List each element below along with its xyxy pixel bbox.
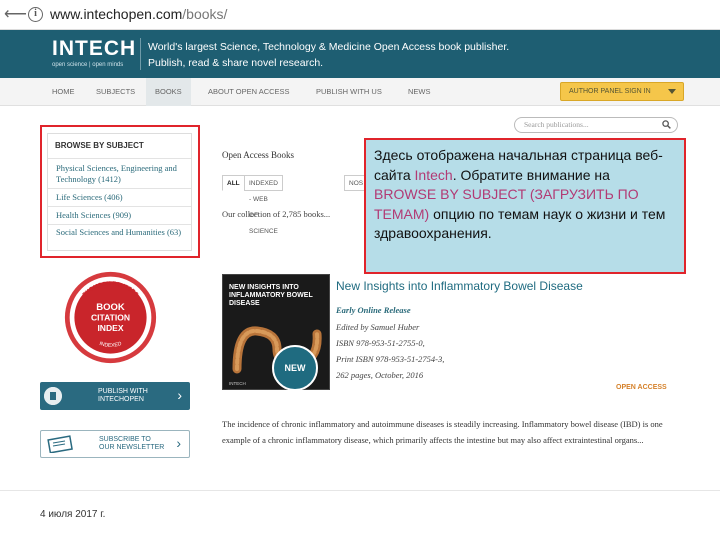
collection-count: Our collection of 2,785 books... — [222, 209, 331, 219]
book-editor: Edited by Samuel Huber — [336, 322, 420, 332]
search-publications-input[interactable]: Search publications... — [514, 117, 678, 133]
tab-all[interactable]: ALL — [222, 175, 245, 191]
badge-line-3: INDEX — [97, 323, 123, 333]
nav-publish-with-us[interactable]: PUBLISH WITH US — [310, 78, 388, 106]
subscribe-label: SUBSCRIBE TO OUR NEWSLETTER — [99, 436, 164, 452]
tab-indexed-web-of-science[interactable]: INDEXED - WEB OF SCIENCE — [244, 175, 283, 235]
chevron-down-icon — [668, 89, 676, 94]
url-host: www.intechopen.com — [50, 6, 183, 22]
book-release: Early Online Release — [336, 305, 411, 315]
tagline-line-2: Publish, read & share novel research. — [148, 57, 324, 69]
highlight-frame — [40, 125, 200, 258]
new-badge: NEW — [272, 345, 318, 391]
author-panel-signin-button[interactable]: AUTHOR PANEL SIGN IN — [560, 82, 684, 101]
back-arrow-icon[interactable]: ⟵ — [4, 5, 27, 25]
publish-line-2: INTECHOPEN — [98, 396, 144, 403]
callout-text: Здесь отображена начальная страница веб-… — [374, 146, 676, 244]
nav-subjects[interactable]: SUBJECTS — [90, 78, 141, 106]
slide-date: 4 июля 2017 г. — [40, 509, 106, 520]
badge-line-2: CITATION — [91, 312, 130, 322]
address-field[interactable]: www.intechopen.com/books/ — [50, 6, 227, 22]
logo-word: INTECH — [52, 37, 137, 60]
search-icon[interactable] — [662, 120, 671, 129]
search-placeholder: Search publications... — [524, 120, 589, 129]
book-print-isbn: Print ISBN 978-953-51-2754-3, — [336, 354, 445, 364]
callout-part-2: . Обратите внимание на — [452, 166, 610, 183]
nav-home[interactable]: HOME — [46, 78, 81, 106]
header-divider — [140, 38, 141, 70]
book-pages: 262 pages, October, 2016 — [336, 370, 424, 380]
url-path: /books/ — [182, 6, 228, 22]
open-access-label: OPEN ACCESS — [616, 384, 667, 391]
subscribe-newsletter-button[interactable]: SUBSCRIBE TO OUR NEWSLETTER › — [40, 430, 190, 458]
header-tagline: World's largest Science, Technology & Me… — [148, 39, 509, 71]
callout-intech: Intech — [414, 166, 453, 183]
logo-tagline: open science | open minds — [52, 62, 124, 68]
tagline-line-1: World's largest Science, Technology & Me… — [148, 41, 510, 53]
cover-publisher: INTECH — [229, 381, 246, 386]
info-icon[interactable]: i — [28, 7, 43, 22]
book-title[interactable]: New Insights into Inflammatory Bowel Dis… — [336, 279, 583, 293]
author-panel-label: AUTHOR PANEL SIGN IN — [569, 88, 651, 95]
publish-with-intechopen-button[interactable]: PUBLISH WITH INTECHOPEN › — [40, 382, 190, 410]
page-divider — [0, 490, 720, 491]
badge-line-1: BOOK — [96, 302, 125, 313]
subscribe-line-2: OUR NEWSLETTER — [99, 444, 165, 451]
intech-logo[interactable]: INTECH open science | open minds — [52, 37, 136, 68]
chevron-right-icon: › — [176, 435, 181, 451]
annotation-callout: Здесь отображена начальная страница веб-… — [364, 138, 686, 274]
cover-title: NEW INSIGHTS INTO INFLAMMATORY BOWEL DIS… — [229, 284, 313, 307]
newsletter-icon — [47, 435, 73, 453]
book-icon — [44, 387, 62, 405]
nav-news[interactable]: NEWS — [402, 78, 437, 106]
nav-books[interactable]: BOOKS — [146, 78, 191, 106]
nav-about-open-access[interactable]: ABOUT OPEN ACCESS — [202, 78, 296, 106]
book-citation-index-badge: THOMSON REUTERS BOOK CITATION INDEX INDE… — [64, 271, 157, 364]
site-header: INTECH open science | open minds World's… — [0, 30, 720, 78]
publish-line-1: PUBLISH WITH — [98, 388, 148, 395]
chevron-right-icon: › — [177, 387, 182, 403]
book-description: The incidence of chronic inflammatory an… — [222, 419, 663, 445]
book-isbn: ISBN 978-953-51-2755-0, — [336, 338, 425, 348]
open-access-books-title: Open Access Books — [222, 150, 294, 160]
browser-url-bar: ⟵ i www.intechopen.com/books/ — [0, 0, 720, 30]
subscribe-line-1: SUBSCRIBE TO — [99, 436, 151, 443]
publish-label: PUBLISH WITH INTECHOPEN — [98, 388, 148, 404]
main-nav: HOME SUBJECTS BOOKS ABOUT OPEN ACCESS PU… — [0, 78, 720, 106]
